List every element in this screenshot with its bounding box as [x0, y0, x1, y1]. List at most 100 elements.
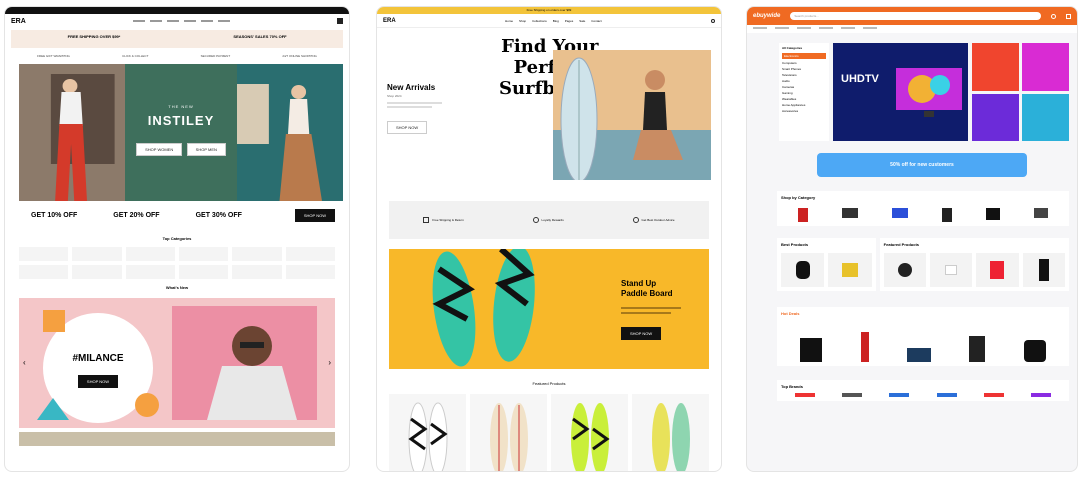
brand-logo[interactable]	[936, 393, 957, 397]
sidebar-item[interactable]: Audio	[782, 79, 826, 83]
paddle-boards-image	[432, 249, 535, 367]
section-title: Featured Products	[883, 242, 920, 247]
category-tile[interactable]	[285, 265, 335, 279]
category-tv[interactable]	[892, 208, 908, 218]
promo-tile[interactable]	[972, 43, 1020, 91]
carousel-prev-icon[interactable]: ‹	[23, 358, 26, 367]
category-drone[interactable]	[842, 208, 858, 218]
brand-logo[interactable]	[794, 393, 815, 397]
nav-home[interactable]: Home	[505, 19, 513, 23]
header: ERA	[5, 14, 349, 28]
product-boot[interactable]	[1022, 253, 1065, 287]
surfboard-image	[489, 403, 528, 471]
promo-tile[interactable]	[972, 93, 1020, 141]
product-tablet[interactable]	[976, 253, 1019, 287]
nav-shop[interactable]: Shop	[519, 19, 526, 23]
surfboard-image	[570, 403, 610, 471]
brand-logo[interactable]	[1031, 393, 1052, 397]
new-arrivals-block: New Arrivals Shop 2024 SHOP NOW	[387, 83, 457, 134]
promo-tile[interactable]	[1022, 93, 1069, 141]
category-tile[interactable]	[232, 247, 282, 261]
category-tile[interactable]	[232, 265, 282, 279]
hero-kicker: THE NEW	[168, 104, 194, 109]
shop-women-button[interactable]: SHOP WOMEN	[136, 143, 183, 156]
logo[interactable]: ERA	[11, 18, 26, 25]
product-watch[interactable]	[781, 253, 825, 287]
category-tile[interactable]	[178, 265, 229, 279]
category-tile[interactable]	[72, 247, 122, 261]
carousel-next-icon[interactable]: ›	[328, 358, 331, 367]
product-card[interactable]	[551, 394, 628, 471]
product-earbuds[interactable]	[930, 253, 973, 287]
product-laptop[interactable]	[906, 348, 931, 362]
hero: THE NEW INSTILEY SHOP WOMEN SHOP MEN	[19, 64, 344, 201]
feature-advice: Get Best Outdoor Advice	[632, 217, 675, 223]
sidebar-item[interactable]: Televisions	[782, 73, 826, 77]
logo[interactable]: ebuywide	[753, 13, 780, 19]
sidebar-title: All Categories	[782, 46, 803, 50]
brand-logo[interactable]	[889, 393, 910, 397]
cart-icon[interactable]	[1066, 13, 1071, 19]
nav-pages[interactable]: Pages	[565, 19, 574, 23]
product-vacuum[interactable]	[860, 332, 869, 362]
nav-row	[747, 25, 1077, 33]
woman-glasses-image	[172, 306, 317, 420]
promo-tile[interactable]	[1022, 43, 1069, 91]
category-tile[interactable]	[285, 247, 335, 261]
nav-contact[interactable]: Contact	[591, 19, 601, 23]
product-toy[interactable]	[828, 253, 872, 287]
fashion-store-preview: ERA FREE SHIPPING OVER $99* SEASONS' SAL…	[4, 6, 350, 472]
category-sidebar: All Categories Electronics Computers Sma…	[779, 43, 829, 141]
cart-icon[interactable]	[337, 18, 343, 24]
sup-shop-button[interactable]: SHOP NOW	[621, 327, 662, 340]
brand-logo[interactable]	[841, 393, 862, 397]
banner-sale: SEASONS' SALES 70% OFF	[233, 34, 287, 39]
promo-shop-button[interactable]: SHOP NOW	[77, 375, 119, 388]
tv-image	[896, 68, 963, 117]
category-console[interactable]	[1034, 208, 1048, 218]
refresh-icon	[532, 217, 539, 223]
product-air-fryer[interactable]	[1023, 340, 1046, 362]
woman-surfboard-image	[553, 50, 711, 180]
product-cooker[interactable]	[883, 253, 926, 287]
nav-blog[interactable]: Blog	[553, 19, 559, 23]
product-coffee-maker[interactable]	[969, 336, 986, 362]
category-tile[interactable]	[125, 265, 175, 279]
offer-shop-button[interactable]: SHOP NOW	[294, 209, 335, 222]
product-card[interactable]	[632, 394, 709, 471]
shop-men-button[interactable]: SHOP MEN	[186, 143, 226, 156]
category-tile[interactable]	[19, 265, 69, 279]
logo[interactable]: ERA	[383, 18, 396, 24]
whats-new-title: What's New	[165, 285, 189, 290]
product-card[interactable]	[470, 394, 547, 471]
category-speaker[interactable]	[942, 208, 952, 222]
category-camera[interactable]	[986, 208, 1000, 220]
category-tile[interactable]	[19, 247, 69, 261]
sidebar-item[interactable]: Wearables	[782, 97, 826, 101]
brand-logo[interactable]	[983, 393, 1004, 397]
new-arrivals-button[interactable]: SHOP NOW	[387, 121, 428, 134]
nav-collections[interactable]: Collections	[532, 19, 547, 23]
sidebar-item[interactable]: Gaming	[782, 91, 826, 95]
category-phone[interactable]	[798, 208, 808, 222]
category-tile[interactable]	[178, 247, 229, 261]
product-card[interactable]	[389, 394, 466, 471]
sidebar-item[interactable]: Smart Phones	[782, 67, 826, 71]
category-tile[interactable]	[72, 265, 122, 279]
box-icon	[423, 217, 430, 223]
user-icon[interactable]	[1051, 13, 1056, 19]
category-tile[interactable]	[125, 247, 175, 261]
sup-title: Stand Up Paddle Board	[621, 279, 673, 298]
sidebar-item[interactable]: Home Appliances	[782, 103, 826, 107]
sidebar-item[interactable]: Computers	[782, 61, 826, 65]
surfboard-image	[407, 402, 448, 471]
search-icon[interactable]	[711, 18, 715, 23]
sidebar-item[interactable]: Electronics	[782, 53, 826, 59]
nav-sale[interactable]: Sale	[579, 19, 585, 23]
promo-banner[interactable]: 50% off for new customers	[817, 153, 1027, 177]
sidebar-item[interactable]: Accessories	[782, 109, 826, 113]
sidebar-item[interactable]: Cameras	[782, 85, 826, 89]
search-input[interactable]: Search products...	[790, 12, 1041, 20]
product-speakers[interactable]	[800, 338, 823, 362]
promo-banner: ‹ › #MILANCE SHOP NOW	[19, 298, 335, 428]
